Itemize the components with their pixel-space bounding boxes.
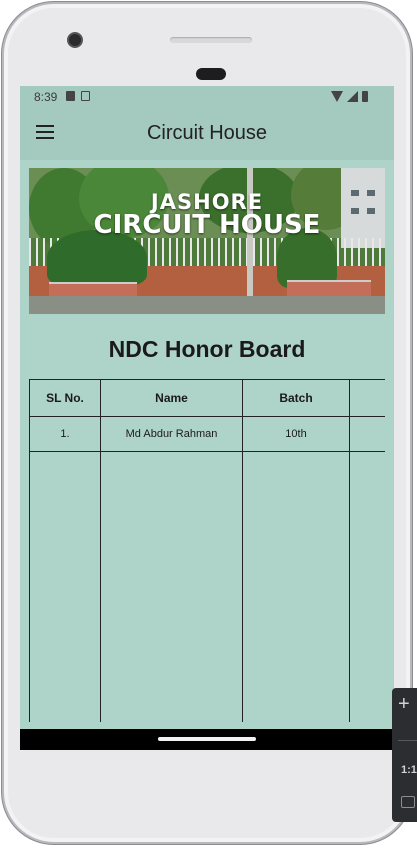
- device-screen: 8:39 Circuit House JASHORE CIRCUIT HOUSE…: [20, 86, 394, 750]
- cell-batch: 10th: [242, 416, 350, 452]
- table-row: 1. Md Abdur Rahman 10th: [29, 416, 385, 452]
- status-bar: 8:39: [20, 86, 394, 108]
- wifi-icon: [331, 91, 343, 102]
- zoom-in-icon[interactable]: +: [398, 694, 410, 714]
- screen-frame-icon[interactable]: [401, 796, 415, 808]
- table-empty-row: [29, 451, 385, 722]
- cell-signal-icon: [347, 91, 358, 102]
- battery-icon: [362, 91, 368, 102]
- page-heading: NDC Honor Board: [108, 336, 306, 362]
- honor-board-table: SL No. Name Batch 1. Md Abdur Rahman 10t…: [29, 379, 385, 722]
- table-header-row: SL No. Name Batch: [29, 379, 385, 417]
- cell-name: Md Abdur Rahman: [100, 416, 243, 452]
- sd-card-icon: [66, 91, 75, 101]
- app-title: Circuit House: [146, 122, 268, 144]
- banner-text-line2: CIRCUIT HOUSE: [93, 210, 321, 240]
- home-gesture-handle[interactable]: [158, 737, 256, 741]
- actual-size-button[interactable]: 1:1: [401, 764, 417, 776]
- screenshot-icon: [81, 91, 90, 101]
- cell-extra: [349, 416, 385, 452]
- system-navigation-bar: [20, 729, 394, 750]
- app-bar: Circuit House: [20, 108, 394, 160]
- cell-sl-no: 1.: [29, 416, 101, 452]
- column-header-extra: [349, 379, 385, 417]
- front-camera-icon: [67, 32, 83, 48]
- column-header-sl-no: SL No.: [29, 379, 101, 417]
- column-header-batch: Batch: [242, 379, 350, 417]
- circuit-house-banner-image: JASHORE CIRCUIT HOUSE: [29, 168, 385, 314]
- emulator-side-toolbar: + 1:1: [392, 688, 417, 822]
- proximity-sensor: [196, 68, 226, 80]
- status-time: 8:39: [34, 90, 58, 104]
- earpiece-speaker: [170, 37, 252, 43]
- honor-board-table-container[interactable]: SL No. Name Batch 1. Md Abdur Rahman 10t…: [29, 379, 385, 722]
- column-header-name: Name: [100, 379, 243, 417]
